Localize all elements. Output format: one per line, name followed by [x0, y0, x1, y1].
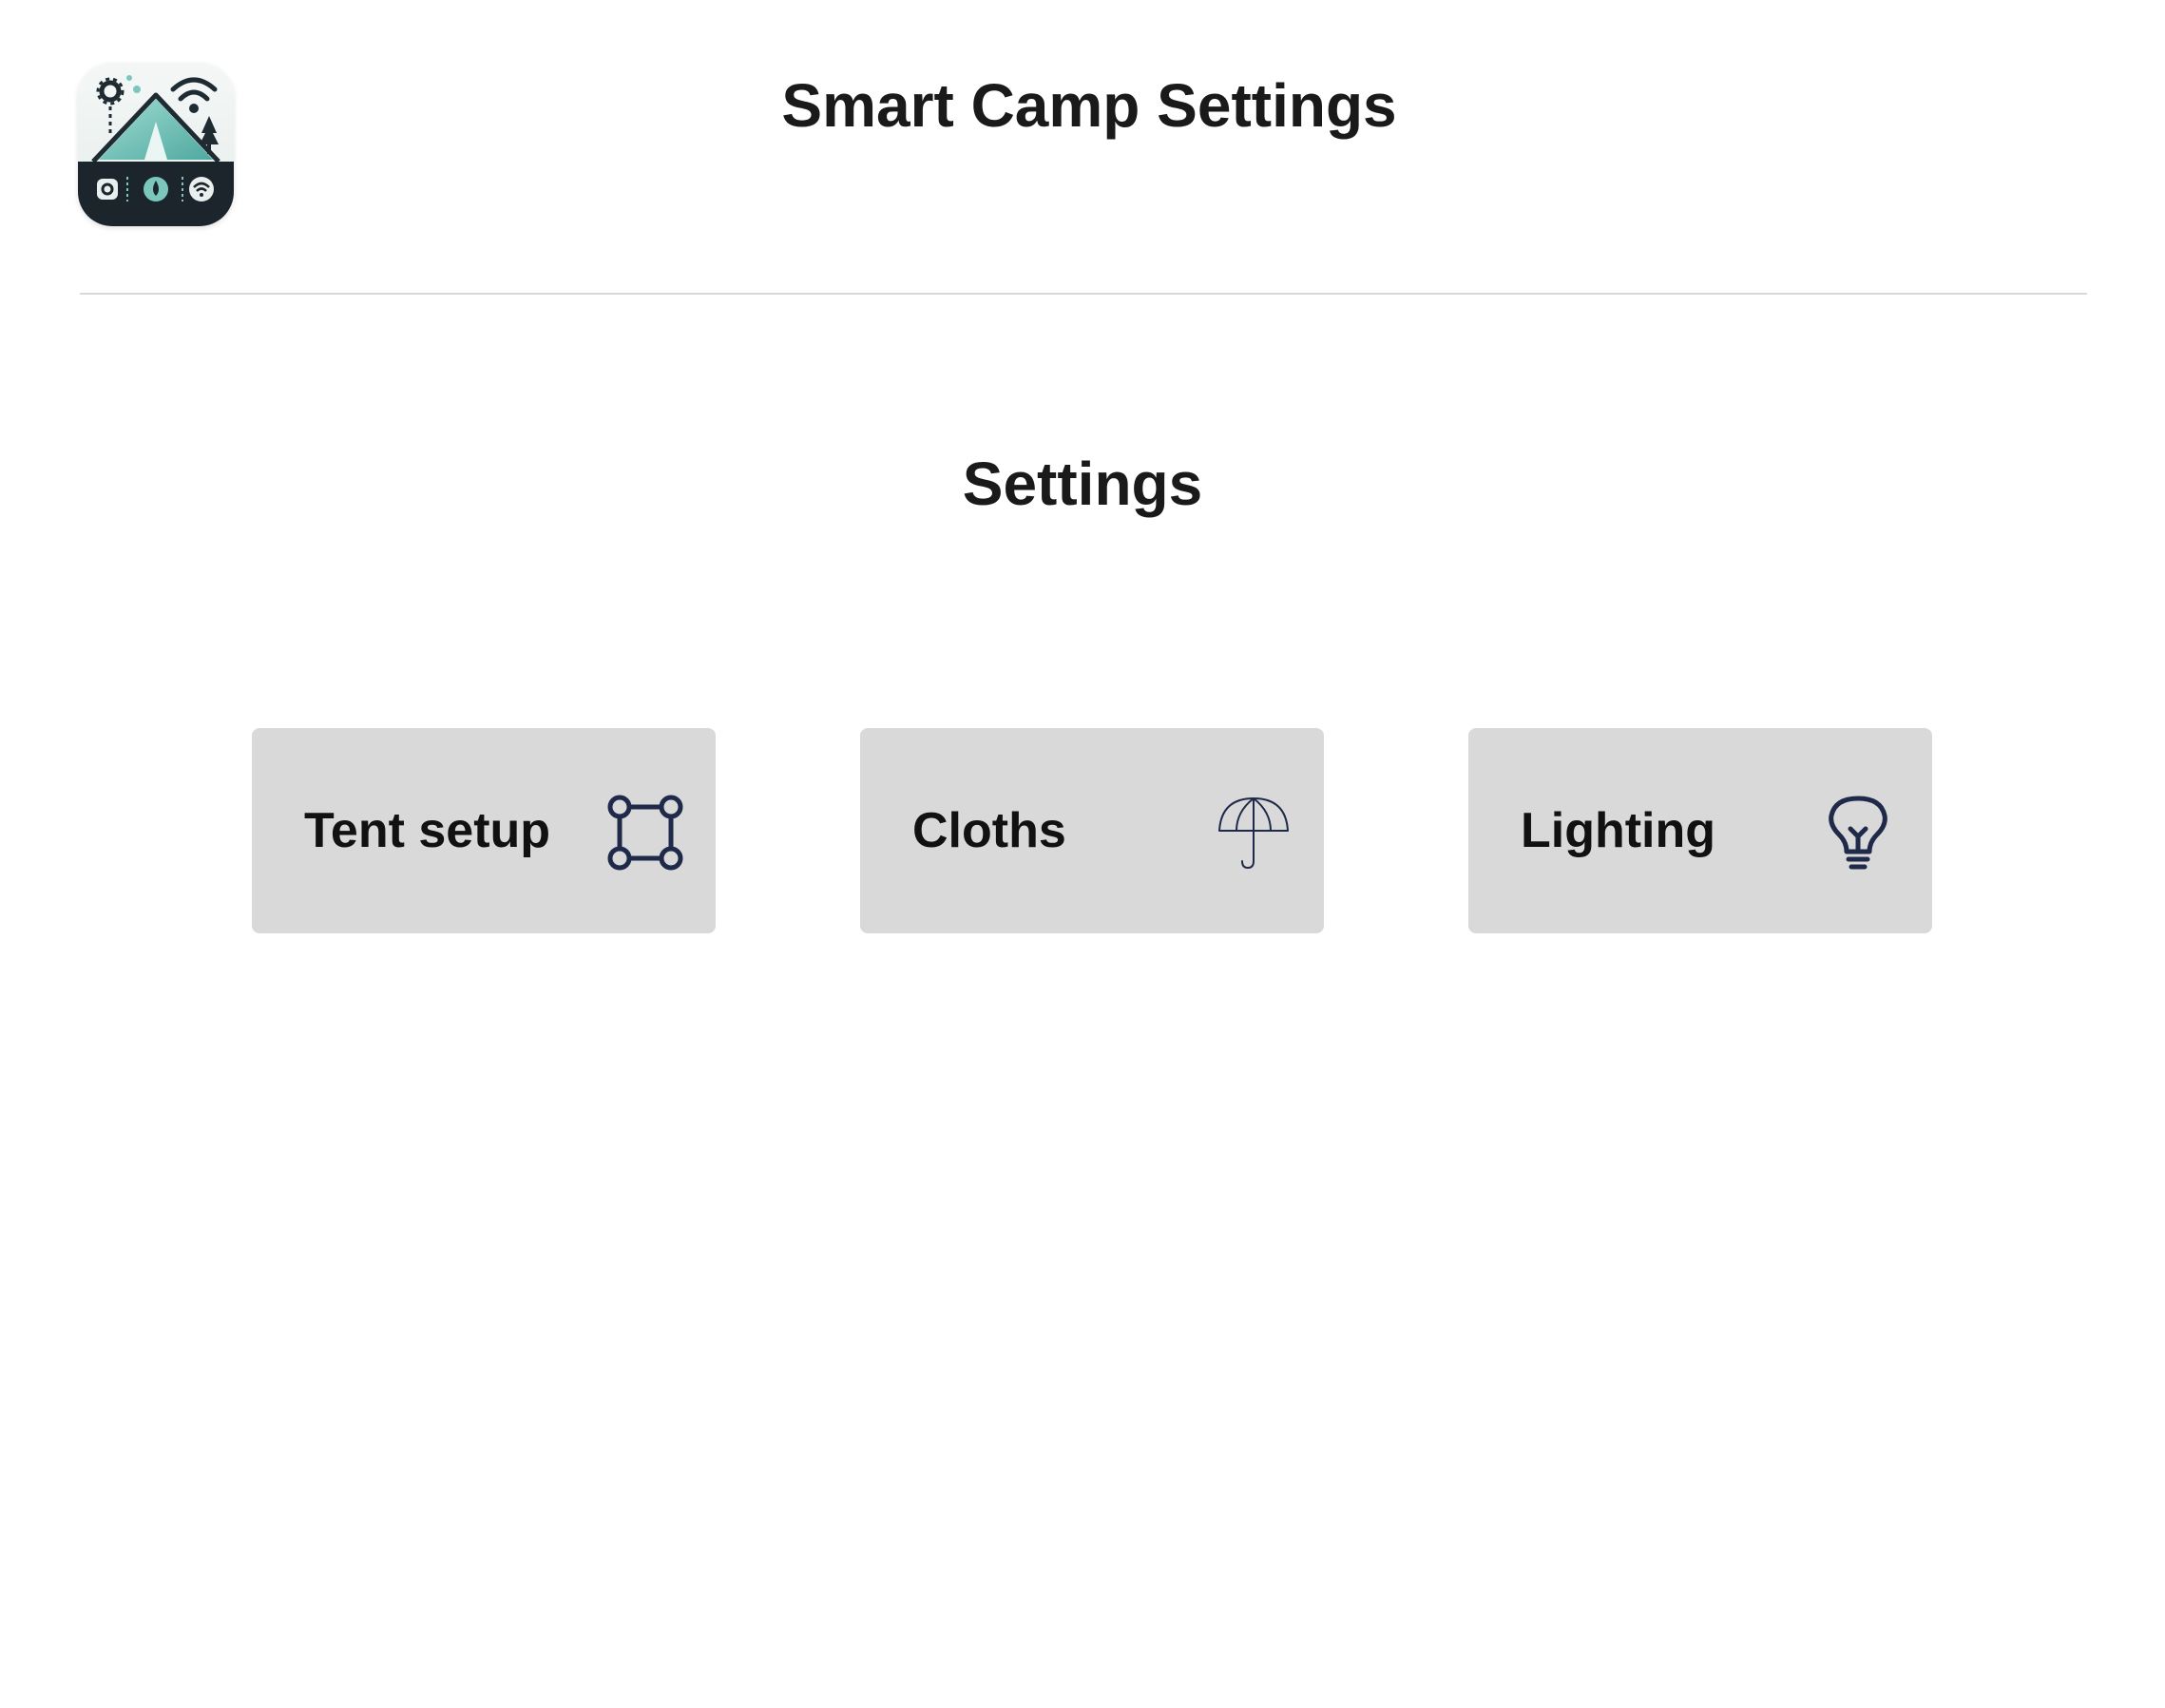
lighting-card[interactable]: Lighting [1468, 728, 1932, 933]
umbrella-icon [1216, 795, 1292, 871]
cloths-label: Cloths [912, 803, 1066, 858]
lightbulb-icon [1820, 795, 1896, 871]
header-divider [80, 293, 2087, 295]
tent-frame-icon [607, 795, 683, 871]
tent-setup-card[interactable]: Tent setup [252, 728, 716, 933]
tent-setup-label: Tent setup [304, 803, 551, 858]
section-title: Settings [962, 450, 1203, 518]
lighting-label: Lighting [1521, 803, 1716, 858]
app-title: Smart Camp Settings [781, 71, 1397, 140]
settings-cards: Tent setup Cloths Lighting [0, 728, 2165, 935]
cloths-card[interactable]: Cloths [860, 728, 1324, 933]
